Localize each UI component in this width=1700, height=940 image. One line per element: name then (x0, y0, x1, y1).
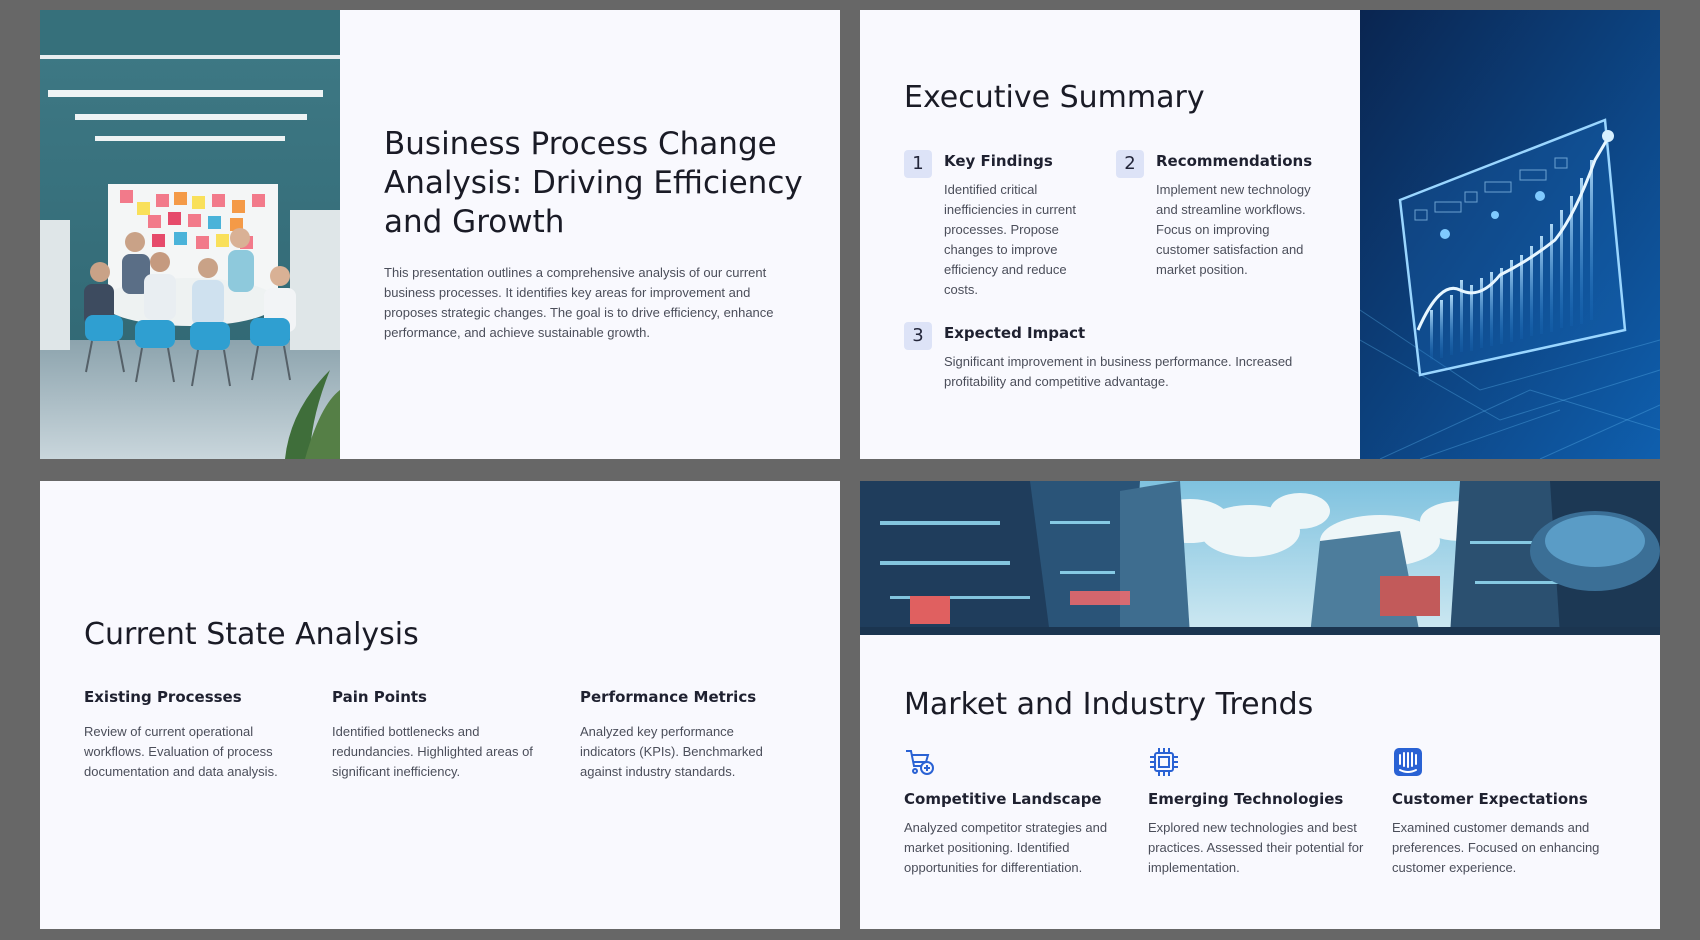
column-title: Customer Expectations (1392, 790, 1588, 808)
number-badge: 1 (904, 150, 932, 178)
intro-paragraph: This presentation outlines a comprehensi… (384, 265, 774, 340)
item-text: Significant improvement in business perf… (944, 354, 1293, 389)
number-badge: 3 (904, 322, 932, 350)
futuristic-city-banner (860, 481, 1660, 635)
column-title: Performance Metrics (580, 688, 757, 706)
chip-icon (1148, 746, 1180, 778)
recommendations-block: Recommendations Implement new technology… (1156, 152, 1326, 280)
item-title: Recommendations (1156, 152, 1313, 170)
slide-heading: Market and Industry Trends (904, 687, 1314, 722)
slide-market-trends[interactable]: Market and Industry Trends Competitive L… (860, 481, 1660, 929)
column-text: Explored new technologies and best pract… (1148, 820, 1364, 875)
column-title: Emerging Technologies (1148, 790, 1344, 808)
existing-processes-column: Existing Processes Review of current ope… (84, 688, 294, 782)
column-text: Analyzed key performance indicators (KPI… (580, 724, 763, 779)
growth-chart-illustration (1359, 10, 1660, 459)
slide-executive-summary[interactable]: Executive Summary 1 Key Findings Identif… (860, 10, 1660, 459)
item-text: Implement new technology and streamline … (1156, 182, 1311, 277)
column-title: Competitive Landscape (904, 790, 1102, 808)
column-text: Review of current operational workflows.… (84, 724, 278, 779)
slide-current-state[interactable]: Current State Analysis Existing Processe… (40, 481, 840, 929)
column-text: Identified bottlenecks and redundancies.… (332, 724, 533, 779)
performance-metrics-column: Performance Metrics Analyzed key perform… (580, 688, 790, 782)
page-title: Business Process Change Analysis: Drivin… (384, 126, 803, 240)
pain-points-column: Pain Points Identified bottlenecks and r… (332, 688, 542, 782)
intercom-icon (1392, 746, 1424, 778)
slide-title[interactable]: Business Process Change Analysis: Drivin… (40, 10, 840, 459)
column-text: Examined customer demands and preference… (1392, 820, 1600, 875)
meeting-photo (40, 10, 340, 459)
cart-plus-icon (904, 746, 936, 778)
emerging-technologies-column: Emerging Technologies Explored new techn… (1148, 746, 1378, 878)
slide-heading: Current State Analysis (84, 617, 419, 652)
slide-heading: Executive Summary (904, 80, 1205, 115)
item-title: Key Findings (944, 152, 1053, 170)
customer-expectations-column: Customer Expectations Examined customer … (1392, 746, 1622, 878)
column-text: Analyzed competitor strategies and marke… (904, 820, 1108, 875)
column-title: Existing Processes (84, 688, 242, 706)
item-text: Identified critical inefficiencies in cu… (944, 182, 1076, 297)
key-findings-block: Key Findings Identified critical ineffic… (944, 152, 1089, 300)
expected-impact-block: Expected Impact Significant improvement … (944, 324, 1324, 392)
item-title: Expected Impact (944, 324, 1086, 342)
number-badge: 2 (1116, 150, 1144, 178)
competitive-landscape-column: Competitive Landscape Analyzed competito… (904, 746, 1134, 878)
column-title: Pain Points (332, 688, 427, 706)
